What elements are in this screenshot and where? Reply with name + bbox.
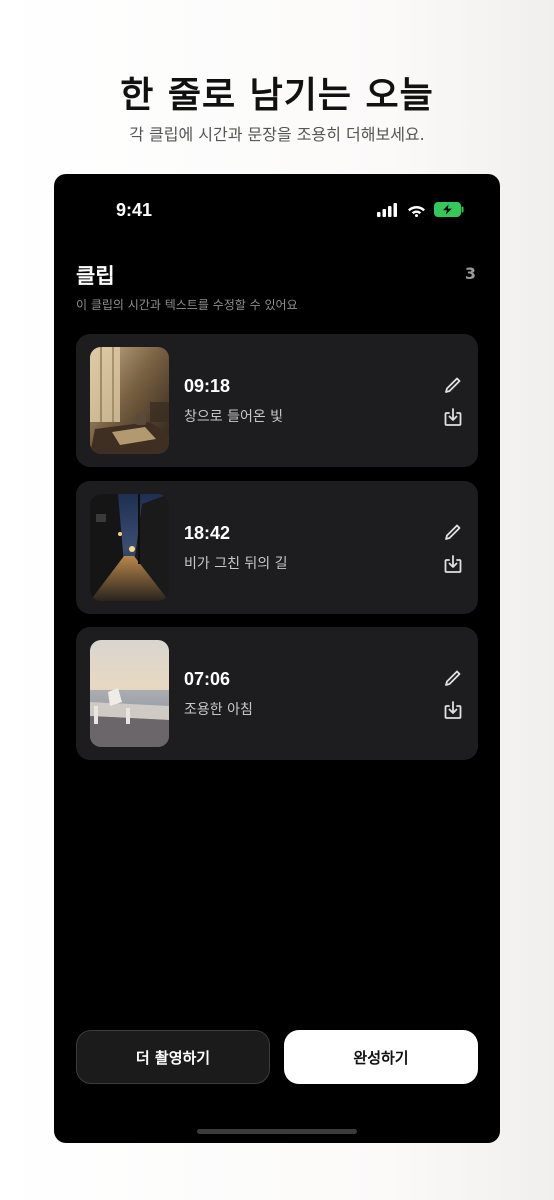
clip-thumbnail [90,494,169,601]
clip-text[interactable]: 비가 그친 뒤의 길 [184,553,288,573]
edit-pencil-icon[interactable] [442,374,464,396]
download-icon[interactable] [442,699,464,721]
clip-time[interactable]: 07:06 [184,669,230,690]
wifi-icon [408,205,425,217]
download-icon[interactable] [442,553,464,575]
clip-text[interactable]: 조용한 아침 [184,699,253,719]
status-time: 9:41 [116,200,153,220]
clip-card[interactable]: 09:18 창으로 들어온 빛 [76,334,478,467]
clips-hint: 이 클립의 시간과 텍스트를 수정할 수 있어요 [76,298,298,312]
cellular-signal-icon [377,202,397,217]
edit-pencil-icon[interactable] [442,667,464,689]
clip-card[interactable]: 07:06 조용한 아침 [76,627,478,760]
edit-pencil-icon[interactable] [442,521,464,543]
clip-text[interactable]: 창으로 들어온 빛 [184,406,283,426]
subheadline: 각 클립에 시간과 문장을 조용히 더해보세요. [129,125,425,144]
status-bar: 9:41 [54,174,500,244]
clip-time[interactable]: 18:42 [184,523,230,544]
clips-count: 3 [464,264,476,283]
headline: 한 줄로 남기는 오늘 [120,75,434,116]
status-icons [377,202,464,217]
battery-charging-icon [434,202,464,217]
phone-screen: 9:41 클립 3 이 클립의 시간과 텍스트를 수정할 수 있어요 09:18… [54,174,500,1143]
complete-button[interactable]: 완성하기 [284,1030,478,1084]
clips-title: 클립 [76,264,115,288]
clip-thumbnail [90,640,169,747]
home-indicator[interactable] [197,1129,357,1134]
clip-time[interactable]: 09:18 [184,376,230,397]
clip-card[interactable]: 18:42 비가 그친 뒤의 길 [76,481,478,614]
shoot-more-button[interactable]: 더 촬영하기 [76,1030,270,1084]
download-icon[interactable] [442,406,464,428]
clip-thumbnail [90,347,169,454]
